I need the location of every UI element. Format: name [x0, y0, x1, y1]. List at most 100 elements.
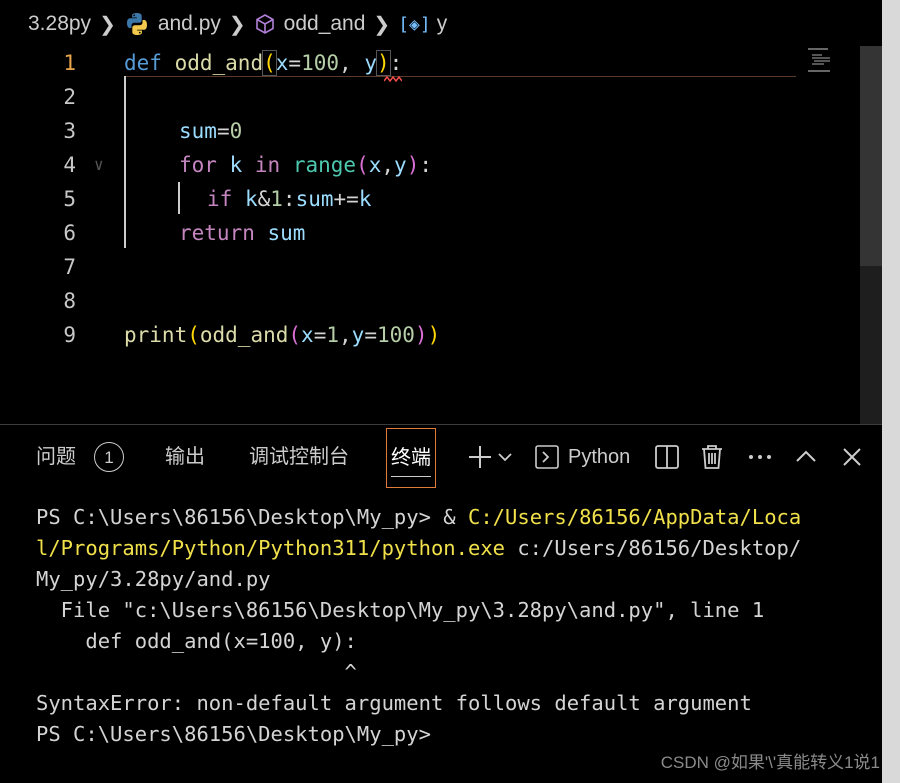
terminal-prompt: PS C:\Users\86156\Desktop\My_py> &: [36, 505, 468, 529]
terminal-icon: [535, 445, 559, 469]
line-number: 6: [63, 221, 76, 245]
line-number: 5: [63, 187, 76, 211]
code-editor[interactable]: 1 def odd_and(x=100, y): 2 3 sum=0 4 ∨ f…: [0, 46, 882, 424]
terminal-error-line: SyntaxError: non-default argument follow…: [36, 691, 752, 715]
terminal-line: PS C:\Users\86156\Desktop\My_py> & C:/Us…: [36, 502, 866, 533]
tab-debug-console[interactable]: 调试控制台: [249, 426, 349, 488]
problems-count-badge: 1: [94, 442, 124, 472]
colon: :: [419, 153, 433, 177]
new-terminal-button[interactable]: [464, 440, 496, 474]
code-line-4[interactable]: 4 ∨ for k in range(x,y):: [0, 148, 800, 182]
number: 1: [270, 187, 283, 211]
number: 1: [326, 323, 340, 347]
breadcrumb-file[interactable]: and.py: [124, 11, 221, 37]
colon: :: [282, 187, 296, 211]
code-text: if k&1:sum+=k: [207, 182, 371, 216]
keyword-def: def: [124, 51, 162, 75]
line-number: 3: [63, 119, 76, 143]
chevron-up-icon: [796, 450, 816, 462]
bracket: (: [356, 153, 369, 177]
function-name: odd_and: [199, 323, 289, 347]
breadcrumb: 3.28py ❯ and.py ❯ odd_and ❯ [◈] y: [0, 0, 882, 48]
param: y: [364, 51, 377, 75]
line-number: 8: [63, 289, 76, 313]
panel-header: 问题 1 输出 调试控制台 终端 Python: [0, 426, 882, 488]
number: 100: [301, 51, 340, 75]
operator: +=: [333, 187, 359, 211]
minimap[interactable]: [804, 46, 860, 76]
python-icon: [126, 13, 147, 35]
variable: sum: [295, 187, 334, 211]
keyword-if: if: [207, 187, 233, 211]
code-text: for k in range(x,y):: [179, 148, 432, 182]
code-line-9[interactable]: 9 print(odd_and(x=1,y=100)): [0, 318, 800, 352]
watermark: CSDN @如果'\'真能转义1说1: [660, 753, 880, 772]
fold-chevron-icon[interactable]: ∨: [94, 148, 104, 182]
kill-terminal-button[interactable]: [696, 440, 728, 474]
close-panel-button[interactable]: [836, 440, 868, 474]
code-line-8[interactable]: 8: [0, 284, 800, 318]
terminal-output[interactable]: PS C:\Users\86156\Desktop\My_py> & C:/Us…: [36, 502, 866, 750]
keyword-for: for: [179, 153, 217, 177]
variable: k: [358, 187, 372, 211]
param: y: [351, 323, 365, 347]
comma: ,: [381, 153, 395, 177]
terminal-text: c:/Users/86156/Desktop/: [505, 536, 802, 560]
breadcrumb-function-label: odd_and: [283, 12, 366, 35]
terminal-line: File "c:\Users\86156\Desktop\My_py\3.28p…: [36, 598, 765, 622]
operator: =: [216, 119, 230, 143]
split-icon: [655, 445, 679, 469]
maximize-panel-button[interactable]: [790, 440, 822, 474]
line-number: 7: [63, 255, 76, 279]
ellipsis-icon: [749, 455, 771, 459]
code-line-2[interactable]: 2: [0, 80, 800, 114]
plus-icon: [469, 446, 491, 468]
line-number: 4: [63, 153, 76, 177]
breadcrumb-variable[interactable]: [◈] y: [398, 12, 447, 36]
number: 0: [229, 119, 243, 143]
terminal-line: My_py/3.28py/and.py: [36, 567, 271, 591]
bracket: ): [406, 153, 420, 177]
breadcrumb-variable-label: y: [436, 12, 448, 35]
code-line-5[interactable]: 5 if k&1:sum+=k: [0, 182, 800, 216]
tab-debug-console-label: 调试控制台: [249, 446, 349, 468]
keyword-in: in: [254, 153, 281, 177]
tab-problems[interactable]: 问题: [36, 426, 76, 488]
more-actions-button[interactable]: [744, 440, 776, 474]
terminal-path: C:/Users/86156/AppData/Loca: [467, 505, 802, 529]
bracket: ): [375, 50, 391, 76]
panel-divider[interactable]: [0, 424, 882, 425]
terminal-dropdown-button[interactable]: [494, 440, 516, 474]
code-line-3[interactable]: 3 sum=0: [0, 114, 800, 148]
terminal-line: l/Programs/Python/Python311/python.exe c…: [36, 533, 866, 564]
breadcrumb-folder[interactable]: 3.28py: [28, 12, 91, 36]
terminal-profile-python[interactable]: Python: [534, 440, 638, 474]
editor-scrollbar-thumb[interactable]: [860, 46, 882, 266]
comma: ,: [339, 323, 352, 347]
operator: =: [364, 323, 377, 347]
code-line-1[interactable]: 1 def odd_and(x=100, y):: [0, 46, 800, 80]
code-text: sum=0: [179, 114, 242, 148]
param: x: [301, 323, 314, 347]
code-text: return sum: [179, 216, 305, 250]
terminal-line: ^: [36, 660, 357, 684]
variable-icon: [◈]: [398, 13, 431, 35]
line-number: 9: [63, 323, 76, 347]
tab-problems-label: 问题: [36, 446, 76, 468]
bracket: ): [427, 323, 441, 347]
terminal-line: def odd_and(x=100, y):: [36, 629, 357, 653]
tab-terminal[interactable]: 终端: [386, 428, 436, 488]
code-text: def odd_and(x=100, y):: [124, 46, 402, 80]
code-line-6[interactable]: 6 return sum: [0, 216, 800, 250]
close-icon: [843, 448, 861, 466]
trash-icon: [702, 445, 722, 469]
tab-terminal-label: 终端: [391, 447, 431, 469]
terminal-prompt-line: PS C:\Users\86156\Desktop\My_py>: [36, 722, 431, 746]
function-name: odd_and: [174, 51, 264, 75]
breadcrumb-function[interactable]: odd_and: [254, 12, 366, 36]
terminal-path: l/Programs/Python/Python311/python.exe: [36, 536, 505, 560]
tab-output[interactable]: 输出: [165, 426, 205, 488]
code-line-7[interactable]: 7: [0, 250, 800, 284]
variable: k: [244, 187, 258, 211]
split-terminal-button[interactable]: [651, 440, 683, 474]
